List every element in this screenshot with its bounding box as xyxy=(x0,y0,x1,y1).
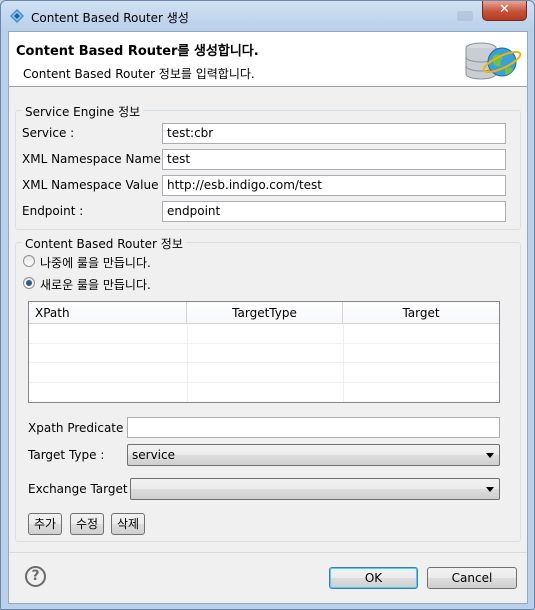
header-description: Content Based Router 정보를 입력합니다. xyxy=(23,67,255,81)
delete-button[interactable]: 삭제 xyxy=(111,513,145,535)
target-type-value: service xyxy=(132,448,175,462)
xml-namespace-name-field[interactable]: test xyxy=(162,149,506,170)
add-button[interactable]: 추가 xyxy=(28,513,62,535)
close-button[interactable]: ✕ xyxy=(482,1,527,21)
database-globe-icon xyxy=(465,42,522,80)
column-header-target[interactable]: Target xyxy=(343,302,499,324)
radio-later[interactable] xyxy=(23,255,35,267)
footer-separator xyxy=(9,552,527,553)
radio-new[interactable] xyxy=(23,277,35,289)
table-row-divider xyxy=(29,343,499,344)
service-field[interactable]: test:cbr xyxy=(162,123,506,144)
xml-namespace-value-field[interactable]: http://esb.indigo.com/test xyxy=(162,175,506,196)
xml-namespace-name-label: XML Namespace Name : xyxy=(22,152,169,166)
edit-button[interactable]: 수정 xyxy=(70,513,104,535)
column-header-targettype[interactable]: TargetType xyxy=(187,302,343,324)
table-column-divider xyxy=(343,324,344,402)
cancel-button[interactable]: Cancel xyxy=(427,567,517,589)
target-type-label: Target Type : xyxy=(28,448,105,462)
service-engine-group-title: Service Engine 정보 xyxy=(22,103,144,120)
column-header-xpath[interactable]: XPath xyxy=(29,302,187,324)
diamond-app-icon xyxy=(10,9,24,23)
wizard-header: Content Based Router를 생성합니다. Content Bas… xyxy=(9,32,527,87)
header-title: Content Based Router를 생성합니다. xyxy=(16,44,259,59)
radio-later-label[interactable]: 나중에 룰을 만듭니다. xyxy=(40,254,151,271)
help-icon[interactable]: ? xyxy=(25,566,46,587)
table-row-divider xyxy=(29,382,499,383)
target-type-select[interactable]: service xyxy=(127,444,500,466)
dialog-window: Content Based Router 생성 ✕ Content Based … xyxy=(0,0,535,610)
table-column-divider xyxy=(187,324,188,402)
ok-button[interactable]: OK xyxy=(329,567,418,589)
endpoint-label: Endpoint : xyxy=(22,204,84,218)
title-bar[interactable]: Content Based Router 생성 ✕ xyxy=(1,1,534,31)
exchange-target-select[interactable] xyxy=(130,478,500,500)
endpoint-field[interactable]: endpoint xyxy=(162,201,506,222)
radio-new-label[interactable]: 새로운 룰을 만듭니다. xyxy=(40,276,151,293)
dialog-body: Content Based Router를 생성합니다. Content Bas… xyxy=(8,31,528,604)
chevron-down-icon xyxy=(486,453,494,458)
chevron-down-icon xyxy=(486,487,494,492)
xml-namespace-value-label: XML Namespace Value : xyxy=(22,178,167,192)
table-row-divider xyxy=(29,362,499,363)
xpath-predicate-field[interactable] xyxy=(127,417,500,438)
window-title: Content Based Router 생성 xyxy=(31,11,189,25)
rules-table[interactable]: XPath TargetType Target xyxy=(28,301,500,403)
exchange-target-label: Exchange Target : xyxy=(28,482,136,496)
service-label: Service : xyxy=(22,126,75,140)
xpath-predicate-label: Xpath Predicate : xyxy=(28,421,132,435)
titlebar-decoration-icon xyxy=(457,11,473,21)
router-group-title: Content Based Router 정보 xyxy=(22,235,186,252)
